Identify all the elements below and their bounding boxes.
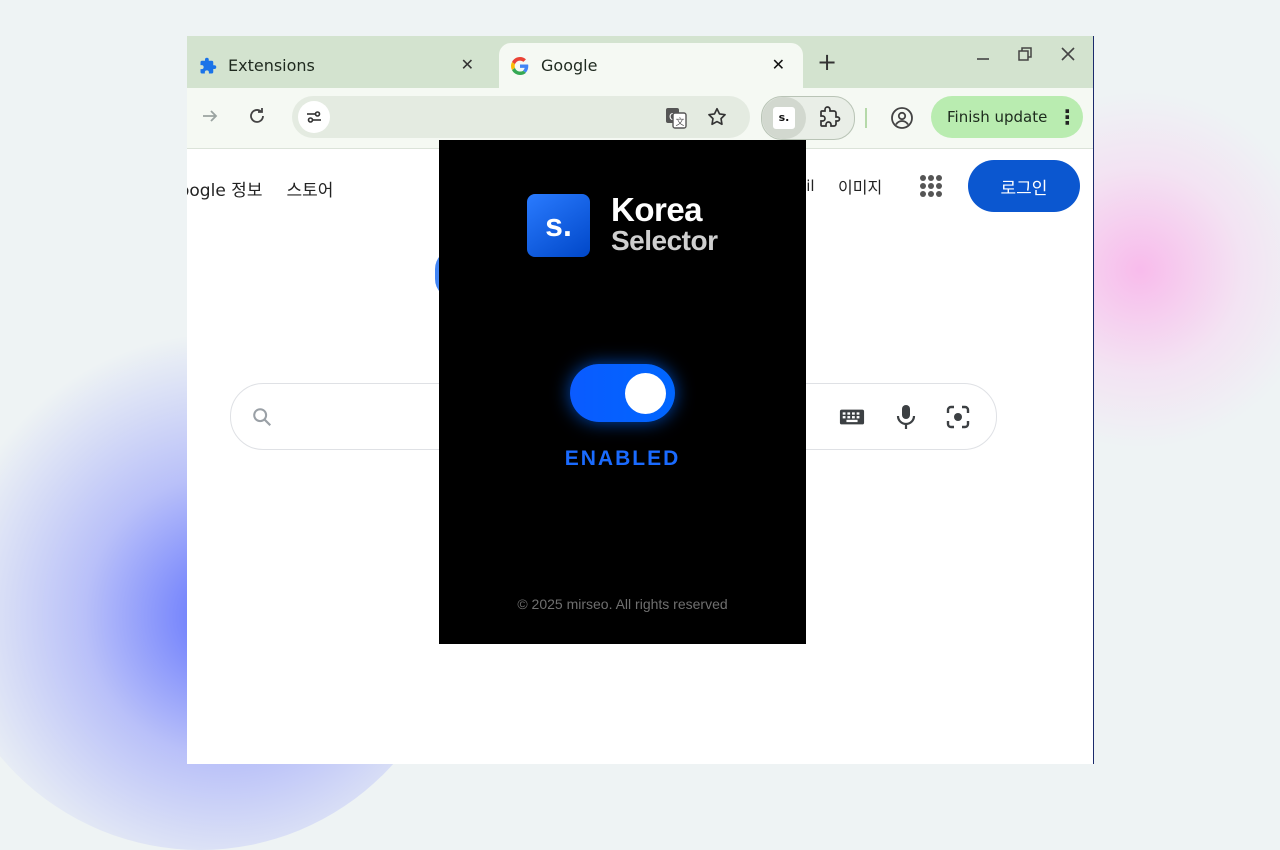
finish-update-label: Finish update — [947, 108, 1048, 126]
site-settings-icon[interactable] — [298, 101, 330, 133]
extensions-area: s. — [761, 96, 855, 140]
search-icon — [249, 404, 275, 430]
more-options-icon[interactable]: ⋮ — [1057, 105, 1077, 129]
top-nav-left: oogle 정보 스토어 — [187, 176, 357, 201]
tab-label: Google — [541, 56, 598, 75]
nav-about-link[interactable]: oogle 정보 — [187, 181, 262, 201]
tab-google[interactable]: Google ✕ — [499, 43, 803, 88]
translate-icon[interactable]: G文 — [664, 106, 688, 134]
forward-icon[interactable] — [198, 106, 222, 130]
restore-icon[interactable] — [1013, 46, 1037, 67]
reload-icon[interactable] — [245, 106, 269, 130]
minimize-icon[interactable] — [971, 46, 995, 67]
address-bar[interactable]: G文 — [292, 96, 750, 138]
tab-extensions[interactable]: Extensions ✕ — [187, 43, 492, 88]
microphone-icon[interactable] — [893, 404, 919, 430]
new-tab-button[interactable]: + — [817, 50, 837, 74]
toggle-knob — [625, 373, 666, 414]
close-window-icon[interactable] — [1056, 46, 1080, 67]
keyboard-icon[interactable] — [839, 404, 865, 430]
finish-update-button[interactable]: Finish update ⋮ — [931, 96, 1083, 138]
extension-popup: s. Korea Selector ENABLED © 2025 mirseo.… — [439, 140, 806, 644]
status-label: ENABLED — [564, 447, 681, 470]
nav-store-link[interactable]: 스토어 — [286, 181, 333, 201]
copyright-text: © 2025 mirseo. All rights reserved — [517, 596, 728, 612]
toolbar-separator — [865, 108, 867, 128]
google-apps-icon[interactable] — [920, 175, 942, 197]
bookmark-star-icon[interactable] — [706, 106, 728, 132]
svg-text:文: 文 — [676, 116, 685, 128]
korea-selector-extension-button[interactable]: s. — [762, 97, 806, 139]
close-icon[interactable]: ✕ — [461, 55, 474, 74]
extension-badge: s. — [773, 107, 795, 129]
popup-title-line2: Selector — [611, 225, 718, 256]
tab-strip: Extensions ✕ Google ✕ + — [187, 36, 1093, 88]
close-icon[interactable]: ✕ — [772, 55, 785, 74]
extensions-puzzle-icon[interactable] — [818, 106, 842, 134]
google-lens-icon[interactable] — [945, 404, 971, 430]
enable-toggle[interactable] — [570, 364, 675, 422]
puzzle-icon — [198, 56, 218, 76]
google-g-icon — [511, 56, 529, 75]
login-button[interactable]: 로그인 — [968, 160, 1080, 212]
nav-images-link[interactable]: 이미지 — [838, 174, 882, 198]
popup-title-line1: Korea — [611, 191, 703, 228]
tab-label: Extensions — [228, 56, 315, 75]
korea-selector-logo: s. — [527, 194, 590, 257]
profile-icon[interactable] — [890, 106, 914, 134]
